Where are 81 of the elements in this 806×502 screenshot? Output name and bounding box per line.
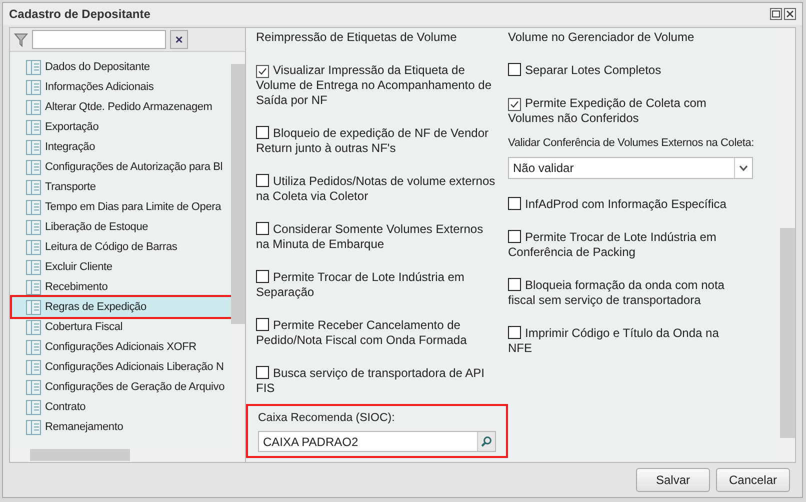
document-icon	[26, 320, 41, 334]
checkbox-option[interactable]: Imprimir Código e Título da Onda na NFE	[508, 326, 744, 356]
checkbox-option[interactable]: Visualizar Impressão da Etiqueta de Volume de Entrega no Acompanhamento de Saída por NF	[256, 63, 496, 108]
document-icon	[26, 80, 41, 94]
sidebar-item[interactable]: Configurações de Autorização para Bl	[26, 157, 231, 177]
sidebar-item[interactable]: Recebimento	[26, 277, 231, 297]
window-title: Cadastro de Depositante	[9, 6, 150, 23]
document-icon	[26, 400, 41, 414]
checkbox-option[interactable]: Permite Expedição de Coleta com Volumes não Conferidos	[508, 96, 744, 126]
checkbox[interactable]	[508, 278, 521, 291]
field-label: Validar Conferência de Volumes Externos na Coleta:	[508, 136, 754, 151]
clear-button[interactable]: ×	[170, 30, 188, 49]
sidebar-item[interactable]: Excluir Cliente	[26, 257, 231, 277]
sidebar-item[interactable]: Configurações Adicionais Liberação N	[26, 357, 231, 377]
checkbox-option[interactable]: Considerar Somente Volumes Externos na Minuta de Embarque	[256, 222, 496, 252]
field-label: Caixa Recomenda (SIOC):	[258, 411, 396, 426]
sidebar-item[interactable]: Dados do Depositante	[26, 57, 231, 77]
sidebar-item[interactable]: Remanejamento	[26, 417, 231, 437]
checkbox[interactable]	[508, 326, 521, 339]
sidebar-item[interactable]: Transporte	[26, 177, 231, 197]
dialog-button[interactable]: Cancelar	[716, 468, 790, 492]
document-icon	[26, 140, 41, 154]
sidebar-item[interactable]: Configurações de Geração de Arquivo	[26, 377, 231, 397]
maximize-icon[interactable]	[770, 8, 782, 20]
document-icon	[26, 200, 41, 214]
document-icon	[26, 420, 41, 434]
sidebar-item[interactable]: Configurações Adicionais XOFR	[26, 337, 231, 357]
sidebar-item[interactable]: Tempo em Dias para Limite de Opera	[26, 197, 231, 217]
checkbox[interactable]	[256, 366, 269, 379]
checkbox[interactable]	[256, 318, 269, 331]
sidebar-item[interactable]: Liberação de Estoque	[26, 217, 231, 237]
document-icon	[26, 60, 41, 74]
document-icon	[26, 180, 41, 194]
checkbox-option[interactable]: Utiliza Pedidos/Notas de volume externos na Coleta via Coletor	[256, 174, 496, 204]
filter-field[interactable]	[32, 30, 166, 49]
checkbox-option[interactable]: Bloqueia formação da onda com nota fiscal sem serviço de transportadora	[508, 278, 744, 308]
sidebar-item[interactable]: Cobertura Fiscal	[26, 317, 231, 337]
checkbox[interactable]	[256, 270, 269, 283]
document-icon	[26, 240, 41, 254]
document-icon	[26, 360, 41, 374]
checkbox-option[interactable]: Permite Receber Cancelamento de Pedido/Nota Fiscal com Onda Formada	[256, 318, 496, 348]
checkbox[interactable]	[508, 63, 521, 76]
close-icon[interactable]	[784, 8, 796, 20]
option-label: Volume no Gerenciador de Volume	[508, 30, 696, 45]
document-icon	[26, 160, 41, 174]
sidebar-item[interactable]: Exportação	[26, 117, 231, 137]
checkbox[interactable]	[256, 126, 269, 139]
checkbox[interactable]	[508, 230, 521, 243]
option-label: Reimpressão de Etiquetas de Volume	[256, 30, 458, 45]
checkbox[interactable]	[508, 98, 521, 111]
checkbox-option[interactable]: Permite Trocar de Lote Indústria em Separação	[256, 270, 496, 300]
sidebar-item[interactable]: Alterar Qtde. Pedido Armazenagem	[26, 97, 231, 117]
checkbox[interactable]	[256, 222, 269, 235]
document-icon	[26, 120, 41, 134]
filter-icon	[14, 32, 28, 46]
document-icon	[26, 220, 41, 234]
sidebar-item[interactable]: Integração	[26, 137, 231, 157]
checkbox[interactable]	[508, 197, 521, 210]
search-button[interactable]	[477, 432, 495, 452]
document-icon	[26, 100, 41, 114]
checkbox-option[interactable]: Busca serviço de transportadora de API FIS	[256, 366, 496, 396]
chevron-down-icon	[739, 165, 748, 171]
sidebar-item[interactable]: Leitura de Código de Barras	[26, 237, 231, 257]
sidebar-item[interactable]: Informações Adicionais	[26, 77, 231, 97]
document-icon	[26, 300, 41, 314]
caixa-field[interactable]: CAIXA PADRAO2	[258, 431, 496, 452]
dropdown[interactable]: Não validar	[508, 157, 753, 179]
dialog-button[interactable]: Salvar	[636, 468, 710, 492]
checkbox[interactable]	[256, 174, 269, 187]
search-icon	[481, 436, 492, 448]
checkbox-option[interactable]: Permite Trocar de Lote Indústria em Conferência de Packing	[508, 230, 744, 260]
document-icon	[26, 340, 41, 354]
checkbox-option[interactable]: Bloqueio de expedição de NF de Vendor Return junto à outras NF's	[256, 126, 496, 156]
sidebar-item[interactable]: Regras de Expedição	[12, 297, 231, 317]
document-icon	[26, 260, 41, 274]
document-icon	[26, 280, 41, 294]
checkbox-option[interactable]: Separar Lotes Completos	[508, 63, 744, 78]
checkbox[interactable]	[256, 65, 269, 78]
document-icon	[26, 380, 41, 394]
checkbox-option[interactable]: InfAdProd com Informação Específica	[508, 197, 744, 212]
sidebar-item[interactable]: Contrato	[26, 397, 231, 417]
